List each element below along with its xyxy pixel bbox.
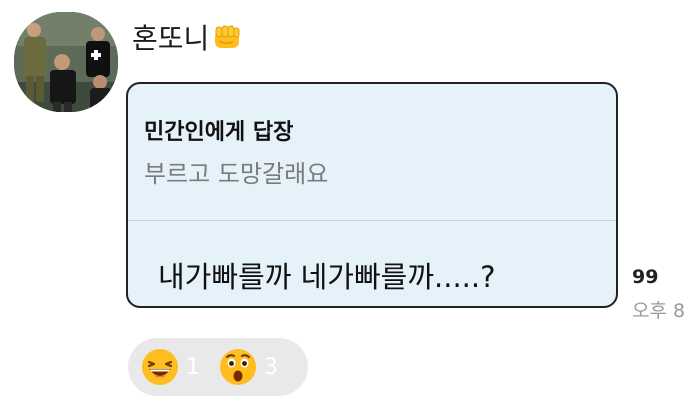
reaction-count: 3	[264, 354, 278, 380]
fist-emoji-icon	[211, 21, 243, 53]
reply-title: 민간인에게 답장	[144, 120, 294, 145]
reaction-count: 1	[186, 354, 200, 380]
avatar-photo	[14, 12, 118, 112]
message-text: 내가빠를까 네가빠를까.....?	[158, 260, 496, 294]
reply-quoted-text: 부르고 도망갈래요	[144, 160, 329, 188]
reaction-grinning[interactable]: 1	[140, 338, 200, 396]
message-bubble[interactable]: 민간인에게 답장 부르고 도망갈래요 내가빠를까 네가빠를까.....?	[126, 82, 618, 308]
unread-count: 99	[632, 266, 659, 288]
reaction-astonished[interactable]: 3	[218, 338, 278, 396]
sender-name[interactable]: 혼또니	[132, 17, 209, 57]
astonished-face-icon	[220, 349, 256, 385]
sender-header: 혼또니	[132, 16, 243, 58]
avatar[interactable]	[14, 12, 118, 112]
grinning-squint-face-icon	[142, 349, 178, 385]
message-time: 오후 8	[632, 300, 686, 322]
reactions-bar[interactable]: 1 3	[128, 338, 308, 396]
reply-preview[interactable]: 민간인에게 답장 부르고 도망갈래요	[128, 84, 616, 221]
